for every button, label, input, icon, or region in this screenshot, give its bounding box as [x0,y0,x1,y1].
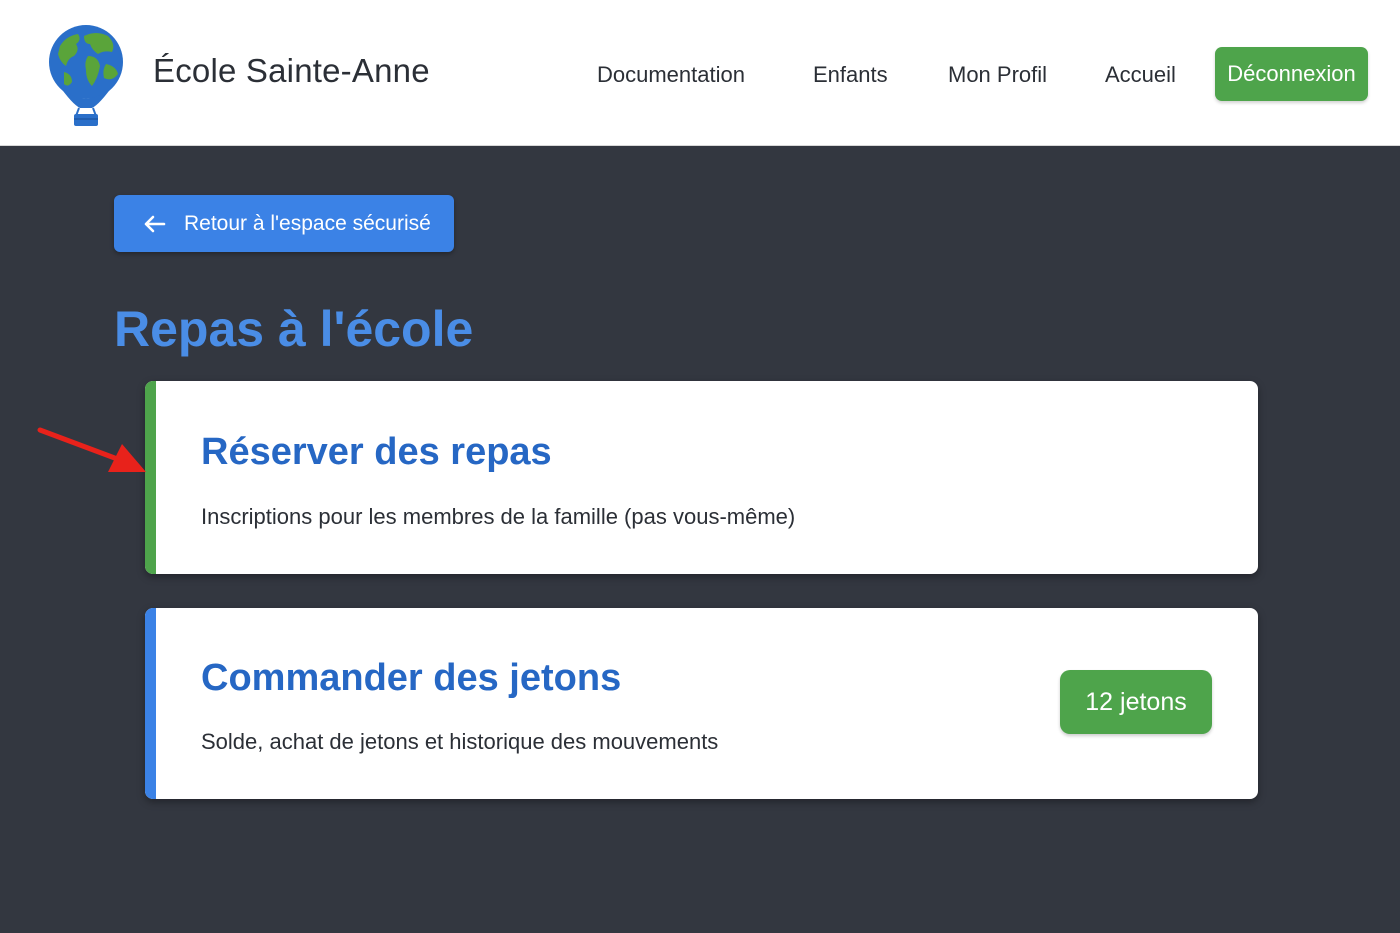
reserve-meals-card[interactable]: Réserver des repas Inscriptions pour les… [145,381,1258,574]
card-description: Inscriptions pour les membres de la fami… [201,504,796,529]
card-title: Réserver des repas [201,431,552,473]
logout-button[interactable]: Déconnexion [1215,47,1368,101]
school-name: École Sainte-Anne [153,52,430,89]
card-title: Commander des jetons [201,657,622,699]
page-title: Repas à l'école [114,301,474,357]
back-button-label: Retour à l'espace sécurisé [184,211,431,235]
hot-air-balloon-globe-icon[interactable] [46,22,126,128]
card-accent-bar [145,608,156,799]
token-balance-badge: 12 jetons [1060,670,1212,734]
top-navbar: École Sainte-Anne Documentation Enfants … [0,0,1400,146]
card-description: Solde, achat de jetons et historique des… [201,729,719,754]
nav-accueil[interactable]: Accueil [1105,62,1176,88]
back-to-secure-area-button[interactable]: Retour à l'espace sécurisé [114,195,454,252]
order-tokens-card[interactable]: Commander des jetons Solde, achat de jet… [145,608,1258,799]
nav-mon-profil[interactable]: Mon Profil [948,62,1047,88]
arrow-left-icon [142,214,166,234]
nav-enfants[interactable]: Enfants [813,62,888,88]
nav-documentation[interactable]: Documentation [597,62,745,88]
red-arrow-pointer-icon [34,422,154,482]
